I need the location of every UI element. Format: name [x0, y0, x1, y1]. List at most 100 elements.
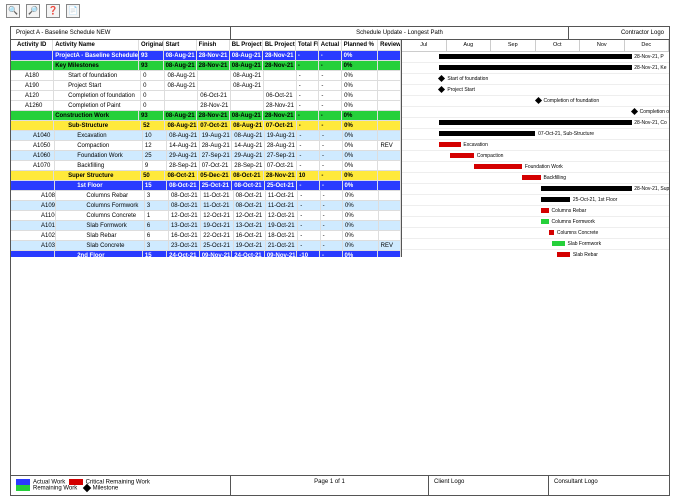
col-review[interactable]: Review Later	[378, 40, 401, 50]
col-tf[interactable]: Total Float	[296, 40, 319, 50]
report-footer: Actual Work Critical Remaining Work Rema…	[11, 475, 669, 495]
header-left: Project A - Baseline Schedule NEW	[11, 27, 231, 39]
grid-row[interactable]: A1040Excavation1008-Aug-2119-Aug-2108-Au…	[11, 131, 401, 141]
grid-row[interactable]: Construction Work9308-Aug-2128-Nov-2108-…	[11, 111, 401, 121]
gantt-bar-label: Completion of foundation	[544, 96, 600, 106]
col-od[interactable]: Original Duration	[139, 40, 164, 50]
gantt-bar[interactable]	[450, 153, 474, 158]
header-center: Schedule Update - Longest Path	[231, 27, 569, 39]
gantt-row[interactable]: Compaction	[402, 151, 669, 162]
footer-client: Client Logo	[429, 476, 549, 495]
col-finish[interactable]: Finish	[197, 40, 230, 50]
gantt-row[interactable]: Foundation Work	[402, 162, 669, 173]
gantt-row[interactable]: 28-Nov-21, Super Struct	[402, 184, 669, 195]
gantt-row[interactable]: 28-Nov-21, Ke	[402, 63, 669, 74]
gantt-row[interactable]: Project Start	[402, 85, 669, 96]
grid-row[interactable]: Key Milestones9308-Aug-2128-Nov-2108-Aug…	[11, 61, 401, 71]
gantt-row[interactable]: 07-Oct-21, Sub-Structure	[402, 129, 669, 140]
gantt-bar[interactable]	[557, 252, 570, 257]
gantt-bar-label: Project Start	[447, 85, 475, 95]
col-planned[interactable]: Planned %	[342, 40, 378, 50]
page-icon[interactable]: 📄	[66, 4, 80, 18]
col-blfinish[interactable]: BL Project Finish	[263, 40, 296, 50]
milestone-icon[interactable]	[438, 86, 445, 93]
gantt-bar[interactable]	[552, 241, 565, 246]
gantt-bar-label: Excavation	[463, 140, 487, 150]
grid-header-row: Activity ID Activity Name Original Durat…	[11, 40, 401, 51]
timescale-month: Oct	[536, 40, 581, 51]
gantt-bar-label: Columns Rebar	[552, 206, 587, 216]
gantt-row[interactable]: Columns Formwork	[402, 217, 669, 228]
milestone-icon[interactable]	[534, 97, 541, 104]
gantt-bar-label: Compaction	[477, 151, 504, 161]
zoom-in-icon[interactable]: 🔍	[6, 4, 20, 18]
gantt-row[interactable]: 28-Nov-21, P	[402, 52, 669, 63]
col-actual[interactable]: Actual %	[319, 40, 342, 50]
grid-row[interactable]: ProjectA - Baseline Schedule NEW9308-Aug…	[11, 51, 401, 61]
gantt-row[interactable]: Slab Rebar	[402, 250, 669, 257]
gantt-bar[interactable]	[541, 208, 549, 213]
gantt-bar-label: 28-Nov-21, Super Struct	[634, 184, 669, 194]
timescale-month: Jul	[402, 40, 447, 51]
timescale-month: Sep	[491, 40, 536, 51]
grid-row[interactable]: A1100Columns Concrete112-Oct-2112-Oct-21…	[11, 211, 401, 221]
col-start[interactable]: Start	[164, 40, 197, 50]
gantt-bar-label: 28-Nov-21, Ke	[634, 63, 666, 73]
grid-row[interactable]: A180Start of foundation008-Aug-2108-Aug-…	[11, 71, 401, 81]
gantt-bar[interactable]	[439, 54, 631, 59]
timescale-month: Dec	[625, 40, 670, 51]
grid-row[interactable]: Sub-Structure5208-Aug-2107-Oct-2108-Aug-…	[11, 121, 401, 131]
gantt-bar[interactable]	[439, 65, 631, 70]
timescale-month: Nov	[580, 40, 625, 51]
gantt-row[interactable]: Completion of P	[402, 107, 669, 118]
gantt-row[interactable]: Backfilling	[402, 173, 669, 184]
help-icon[interactable]: ❓	[46, 4, 60, 18]
footer-page: Page 1 of 1	[231, 476, 429, 495]
grid-row[interactable]: A120Completion of foundation006-Oct-2106…	[11, 91, 401, 101]
col-name[interactable]: Activity Name	[53, 40, 139, 50]
gantt-bar-label: 25-Oct-21, 1st Floor	[573, 195, 617, 205]
gantt-bar-label: Completion of P	[640, 107, 669, 117]
toolbar: 🔍 🔎 ❓ 📄	[0, 0, 680, 22]
gantt-bar-label: Columns Concrete	[557, 228, 598, 238]
gantt-bar-label: Foundation Work	[525, 162, 563, 172]
gantt-bar[interactable]	[439, 120, 631, 125]
gantt-row[interactable]: Start of foundation	[402, 74, 669, 85]
gantt-bar[interactable]	[439, 131, 535, 136]
col-id[interactable]: Activity ID	[11, 40, 53, 50]
gantt-row[interactable]: 25-Oct-21, 1st Floor	[402, 195, 669, 206]
gantt-row[interactable]: Columns Rebar	[402, 206, 669, 217]
grid-row[interactable]: A1050Compaction1214-Aug-2128-Aug-2114-Au…	[11, 141, 401, 151]
footer-consultant: Consultant Logo	[549, 476, 669, 495]
gantt-bar[interactable]	[541, 197, 570, 202]
grid-row[interactable]: A1260Completion of Paint028-Nov-2128-Nov…	[11, 101, 401, 111]
grid-row[interactable]: A1060Foundation Work2529-Aug-2127-Sep-21…	[11, 151, 401, 161]
gantt-row[interactable]: Excavation	[402, 140, 669, 151]
gantt-bar[interactable]	[541, 186, 632, 191]
grid-row[interactable]: 1st Floor1508-Oct-2125-Oct-2108-Oct-2125…	[11, 181, 401, 191]
zoom-out-icon[interactable]: 🔎	[26, 4, 40, 18]
gantt-bar[interactable]	[439, 142, 460, 147]
milestone-icon[interactable]	[631, 108, 638, 115]
grid-row[interactable]: A1030Slab Concrete323-Oct-2125-Oct-2119-…	[11, 241, 401, 251]
gantt-bar[interactable]	[522, 175, 541, 180]
gantt-row[interactable]: Columns Concrete	[402, 228, 669, 239]
grid-row[interactable]: A1020Slab Rebar616-Oct-2122-Oct-2116-Oct…	[11, 231, 401, 241]
gantt-bar[interactable]	[474, 164, 522, 169]
grid-row[interactable]: Super Structure5008-Oct-2105-Dec-2108-Oc…	[11, 171, 401, 181]
gantt-bar[interactable]	[541, 219, 549, 224]
grid-row[interactable]: A1080Columns Rebar308-Oct-2111-Oct-2108-…	[11, 191, 401, 201]
milestone-icon[interactable]	[438, 75, 445, 82]
gantt-bar-label: 07-Oct-21, Sub-Structure	[538, 129, 594, 139]
header-right: Contractor Logo	[569, 27, 669, 39]
grid-row[interactable]: A1090Columns Formwork308-Oct-2111-Oct-21…	[11, 201, 401, 211]
report-page: Project A - Baseline Schedule NEW Schedu…	[10, 26, 670, 496]
gantt-bar[interactable]	[549, 230, 554, 235]
grid-row[interactable]: A190Project Start008-Aug-2108-Aug-21--0%	[11, 81, 401, 91]
gantt-row[interactable]: Slab Formwork	[402, 239, 669, 250]
gantt-row[interactable]: 28-Nov-21, Co	[402, 118, 669, 129]
col-blstart[interactable]: BL Project Start	[230, 40, 263, 50]
gantt-row[interactable]: Completion of foundation	[402, 96, 669, 107]
grid-row[interactable]: A1070Backfilling928-Sep-2107-Oct-2128-Se…	[11, 161, 401, 171]
grid-row[interactable]: A1010Slab Formwork613-Oct-2119-Oct-2113-…	[11, 221, 401, 231]
